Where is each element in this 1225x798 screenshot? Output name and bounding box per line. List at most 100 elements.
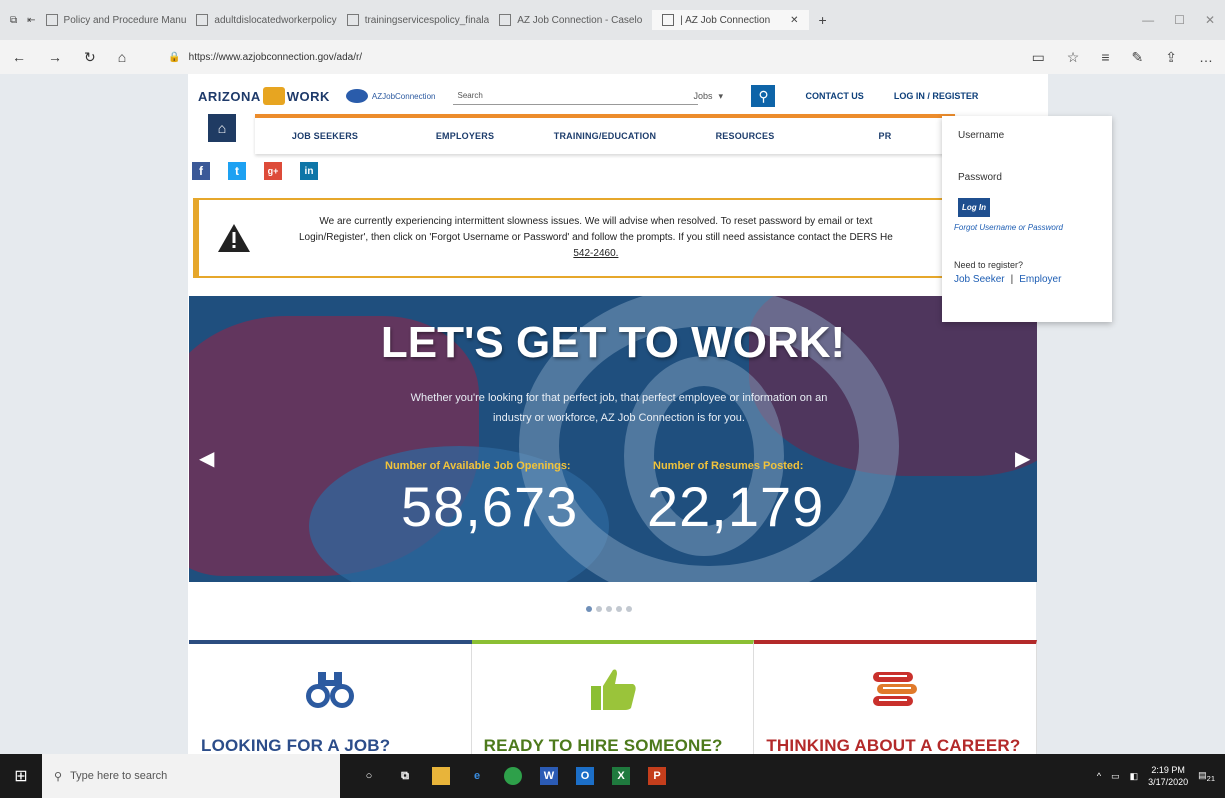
task-view-icon[interactable]: ⧉ [396, 767, 414, 785]
system-clock[interactable]: 2:19 PM 3/17/2020 [1148, 764, 1188, 788]
search-icon: ⚲ [54, 770, 63, 783]
taskbar-search-placeholder: Type here to search [70, 770, 168, 782]
carousel-dot[interactable] [626, 606, 632, 612]
tab-back-icon[interactable]: ⇤ [27, 15, 35, 26]
arizona-work-logo[interactable]: ARIZONA WORK [198, 87, 330, 105]
browser-tab-active[interactable]: | AZ Job Connection ✕ [652, 10, 809, 30]
hero-carousel: LET'S GET TO WORK! Whether you're lookin… [189, 296, 1037, 582]
card-looking-for-job[interactable]: LOOKING FOR A JOB? [189, 644, 472, 754]
browser-tab[interactable]: Policy and Procedure Manu [45, 14, 186, 26]
sun-logo-icon [262, 87, 285, 105]
tab-label: | AZ Job Connection [680, 14, 771, 26]
password-field[interactable]: Password [958, 172, 1098, 194]
nav-job-seekers[interactable]: JOB SEEKERS [255, 131, 395, 141]
home-icon[interactable]: ⌂ [118, 49, 126, 65]
tab-favicon-icon [196, 14, 209, 26]
carousel-dot[interactable] [586, 606, 592, 612]
google-plus-icon[interactable]: g+ [264, 162, 282, 180]
site-header: ARIZONA WORK AZJobConnection Search Jobs… [188, 74, 1048, 118]
volume-icon[interactable]: ◧ [1130, 771, 1139, 782]
carousel-dots [586, 606, 632, 612]
logo-text-left: ARIZONA [198, 88, 261, 104]
sub-logo-text: AZJobConnection [371, 91, 436, 101]
nav-resources[interactable]: RESOURCES [675, 131, 815, 141]
maximize-icon[interactable]: ☐ [1174, 13, 1185, 27]
nav-training-education[interactable]: TRAINING/EDUCATION [535, 131, 675, 141]
social-links: f t g+ in [192, 162, 318, 180]
hero-title: LET'S GET TO WORK! [380, 318, 846, 367]
login-button[interactable]: Log In [958, 198, 990, 217]
tab-favicon-icon [662, 14, 675, 26]
more-icon[interactable]: … [1199, 49, 1213, 66]
taskbar-search-input[interactable]: ⚲ Type here to search [42, 754, 340, 798]
carousel-dot[interactable] [606, 606, 612, 612]
share-icon[interactable]: ⇪ [1165, 49, 1177, 66]
globe-icon [345, 89, 368, 103]
windows-start-icon[interactable]: ⊞ [0, 754, 42, 798]
favorites-list-icon[interactable]: ≡ [1101, 49, 1109, 66]
username-field[interactable]: Username [958, 130, 1098, 152]
az-job-connection-logo[interactable]: AZJobConnection [345, 89, 436, 103]
nav-more[interactable]: PR [815, 131, 955, 141]
carousel-dot[interactable] [616, 606, 622, 612]
browser-tab[interactable]: AZ Job Connection - Caselo [499, 14, 642, 26]
carousel-next-arrow-icon[interactable]: ▶ [1015, 446, 1030, 471]
show-hidden-icons-icon[interactable]: ^ [1097, 771, 1101, 781]
url-field[interactable]: 🔒 https://www.azjobconnection.gov/ada/r/ [168, 52, 362, 63]
feature-cards: LOOKING FOR A JOB? READY TO HIRE SOMEONE… [189, 640, 1038, 754]
search-category-select[interactable]: Jobs ▾ [693, 91, 741, 102]
browser-tab[interactable]: adultdislocatedworkerpolicy [196, 14, 337, 26]
tab-actions-icon[interactable]: ⧉ [10, 15, 17, 26]
word-icon[interactable]: W [540, 767, 558, 785]
close-tab-icon[interactable]: ✕ [790, 15, 798, 26]
carousel-prev-arrow-icon[interactable]: ◀ [199, 446, 214, 471]
linkedin-icon[interactable]: in [300, 162, 318, 180]
search-button[interactable]: ⚲ [751, 85, 776, 107]
favorite-star-icon[interactable]: ☆ [1067, 49, 1080, 66]
warning-icon [209, 223, 259, 253]
pen-icon[interactable]: ✎ [1132, 49, 1144, 66]
close-window-icon[interactable]: ✕ [1205, 13, 1215, 27]
cortana-icon[interactable]: ○ [360, 767, 378, 785]
books-icon [865, 666, 925, 712]
card-thinking-about-career[interactable]: THINKING ABOUT A CAREER? [754, 640, 1038, 754]
browser-tab-bar: ⧉ ⇤ Policy and Procedure Manu adultdislo… [0, 0, 1225, 40]
search-input[interactable]: Search [453, 87, 699, 105]
back-icon[interactable]: ← [12, 49, 26, 65]
facebook-icon[interactable]: f [192, 162, 210, 180]
register-job-seeker-link[interactable]: Job Seeker [954, 274, 1005, 285]
browser-tab[interactable]: trainingservicespolicy_finala [346, 14, 489, 26]
minimize-icon[interactable]: — [1142, 13, 1154, 27]
outlook-icon[interactable]: O [576, 767, 594, 785]
forward-icon[interactable]: → [48, 49, 62, 65]
powerpoint-icon[interactable]: P [648, 767, 666, 785]
notifications-icon[interactable]: ▤21 [1198, 770, 1215, 783]
alert-banner: We are currently experiencing intermitte… [193, 198, 963, 278]
refresh-icon[interactable]: ↻ [84, 49, 96, 66]
excel-icon[interactable]: X [612, 767, 630, 785]
search-category-value: Jobs [693, 90, 713, 101]
register-employer-link[interactable]: Employer [1019, 274, 1061, 285]
logo-text-right: WORK [286, 88, 330, 104]
home-button[interactable]: ⌂ [208, 114, 236, 142]
reading-view-icon[interactable]: ▭ [1032, 49, 1045, 66]
twitter-icon[interactable]: t [228, 162, 246, 180]
card-title: LOOKING FOR A JOB? [201, 736, 391, 754]
forgot-credentials-link[interactable]: Forgot Username or Password [954, 223, 1098, 232]
chrome-icon[interactable] [504, 767, 522, 785]
edge-browser-icon[interactable]: e [468, 767, 486, 785]
job-openings-label: Number of Available Job Openings: [385, 460, 571, 472]
binoculars-icon [300, 666, 360, 712]
login-register-link[interactable]: LOG IN / REGISTER [894, 91, 979, 101]
nav-employers[interactable]: EMPLOYERS [395, 131, 535, 141]
alert-phone-link[interactable]: 542-2460. [573, 248, 618, 259]
carousel-dot[interactable] [596, 606, 602, 612]
new-tab-icon[interactable]: + [819, 12, 827, 28]
file-explorer-icon[interactable] [432, 767, 450, 785]
tab-label: AZ Job Connection - Caselo [517, 14, 643, 26]
network-icon[interactable]: ▭ [1111, 771, 1120, 782]
card-ready-to-hire[interactable]: READY TO HIRE SOMEONE? [471, 640, 755, 754]
contact-us-link[interactable]: CONTACT US [805, 91, 863, 101]
alert-line: We are currently experiencing intermitte… [319, 216, 873, 227]
need-register-label: Need to register? [954, 260, 1024, 270]
